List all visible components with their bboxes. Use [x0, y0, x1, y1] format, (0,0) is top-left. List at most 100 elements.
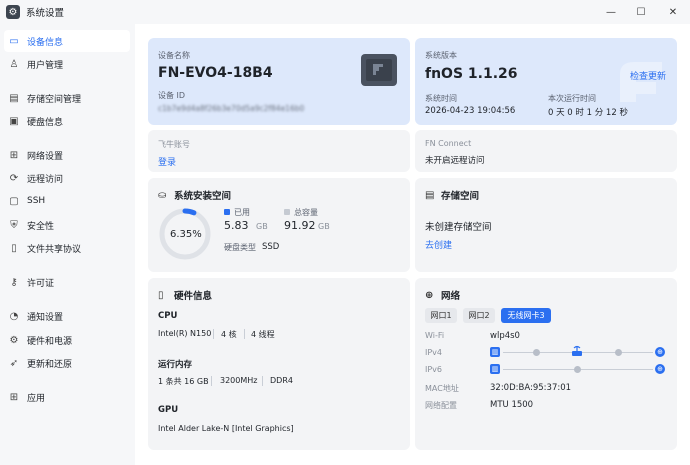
system-time-label: 系统时间: [425, 94, 457, 103]
tab-port-1[interactable]: 网口1: [425, 308, 457, 323]
sidebar-item-ssh[interactable]: ▢ SSH: [4, 190, 130, 212]
monitor-icon: ▭: [9, 35, 19, 47]
hardware-title: ▯ 硬件信息: [158, 288, 212, 303]
divider: [244, 329, 245, 339]
create-storage-link[interactable]: 去创建: [425, 238, 452, 251]
wifi-label: Wi-Fi: [425, 331, 445, 340]
hardware-icon: ▯: [158, 289, 164, 301]
check-update-link[interactable]: 检查更新: [630, 69, 666, 82]
tab-port-2[interactable]: 网口2: [463, 308, 495, 323]
divider: [211, 376, 212, 386]
storage-icon: ▤: [9, 92, 19, 104]
sidebar-item-label: 硬盘信息: [27, 117, 64, 128]
used-label: 已用: [234, 208, 250, 217]
sidebar-item-notifications[interactable]: ◔ 通知设置: [4, 305, 130, 327]
cpu-label: CPU: [158, 311, 178, 321]
memory-slots: 1 条共 16 GB: [158, 377, 209, 386]
network-icon: ⊞: [9, 149, 19, 161]
sidebar-item-file-sharing[interactable]: ▯ 文件共享协议: [4, 237, 130, 259]
system-disk-card: ⛀ 系统安装空间 6.35% 已用 5.83 GB 总容量 91.92 GB 硬…: [148, 178, 410, 272]
sidebar-item-label: 通知设置: [27, 312, 64, 323]
system-time: 2026-04-23 19:04:56: [425, 106, 516, 116]
sidebar-item-label: 远程访问: [27, 174, 64, 185]
ssh-icon: ▢: [9, 195, 19, 207]
sidebar-item-users[interactable]: ♙ 用户管理: [4, 53, 130, 75]
sidebar-item-label: 许可证: [27, 278, 55, 289]
cpu-cores: 4 核: [221, 330, 237, 339]
sidebar-item-remote[interactable]: ⟳ 远程访问: [4, 167, 130, 189]
file-share-icon: ▯: [11, 242, 17, 254]
disk-type: SSD: [262, 242, 280, 252]
fnos-watermark-icon: [620, 62, 662, 102]
fnconnect-card: FN Connect 未开启远程访问: [415, 130, 677, 172]
sidebar-item-label: 安全性: [27, 221, 55, 232]
used-unit: GB: [256, 222, 268, 231]
system-version: fnOS 1.1.26: [425, 66, 518, 82]
device-id-label: 设备 ID: [158, 91, 186, 100]
total-value: 91.92: [284, 219, 316, 232]
memory-label: 运行内存: [158, 360, 193, 370]
cpu-threads: 4 线程: [251, 330, 275, 339]
account-label: 飞牛账号: [158, 140, 190, 149]
mac-value: 32:0D:BA:95:37:01: [490, 383, 572, 393]
sidebar-item-label: 网络设置: [27, 151, 64, 162]
nas-icon: ▥: [490, 347, 500, 357]
system-disk-title-text: 系统安装空间: [174, 191, 232, 202]
sidebar-item-device-info[interactable]: ▭ 设备信息: [4, 30, 130, 52]
sidebar-item-apps[interactable]: ⊞ 应用: [4, 386, 130, 408]
apps-icon: ⊞: [9, 391, 19, 403]
nas-icon: ▥: [490, 364, 500, 374]
sidebar-item-label: 应用: [27, 393, 46, 404]
gpu-model: Intel Alder Lake-N [Intel Graphics]: [158, 424, 294, 433]
hardware-icon: ⚙: [9, 334, 19, 346]
disk-icon: ⛀: [158, 189, 167, 201]
nas-device-icon: [361, 54, 397, 86]
hardware-card: ▯ 硬件信息 CPU Intel(R) N150 4 核 4 线程 运行内存 1…: [148, 278, 410, 450]
rocket-icon: ➶: [9, 357, 19, 369]
sidebar-item-storage[interactable]: ▤ 存储空间管理: [4, 87, 130, 109]
sidebar-item-hardware-power[interactable]: ⚙ 硬件和电源: [4, 329, 130, 351]
sidebar-item-label: 文件共享协议: [27, 244, 82, 255]
sidebar-item-disks[interactable]: ▣ 硬盘信息: [4, 110, 130, 132]
sidebar-item-update-restore[interactable]: ➶ 更新和还原: [4, 352, 130, 374]
minimize-button[interactable]: —: [596, 0, 626, 24]
usage-percent: 6.35%: [170, 229, 202, 240]
device-name-label: 设备名称: [158, 51, 190, 60]
sidebar-item-label: 用户管理: [27, 60, 64, 71]
maximize-button[interactable]: ☐: [626, 0, 656, 24]
cpu-model: Intel(R) N150: [158, 329, 212, 338]
close-button[interactable]: ✕: [658, 0, 688, 24]
ipv6-label: IPv6: [425, 365, 443, 374]
fnconnect-status: 未开启远程访问: [425, 156, 485, 166]
sidebar-item-security[interactable]: ⛨ 安全性: [4, 214, 130, 236]
fnconnect-label: FN Connect: [425, 139, 472, 148]
sidebar-item-network[interactable]: ⊞ 网络设置: [4, 144, 130, 166]
link-dot: [533, 349, 540, 356]
total-label: 总容量: [294, 208, 318, 217]
used-value: 5.83: [224, 219, 249, 232]
sidebar-item-label: 硬件和电源: [27, 336, 73, 347]
sidebar-item-license[interactable]: ⚷ 许可证: [4, 271, 130, 293]
divider: [262, 376, 263, 386]
main-content: 设备名称 FN-EVO4-18B4 设备 ID c1b7e9d4a8f26b3e…: [135, 24, 690, 465]
link-dot: [615, 349, 622, 356]
sidebar-item-label: SSH: [27, 196, 46, 206]
uptime-value: 0 天 0 时 1 分 12 秒: [548, 108, 628, 118]
remote-icon: ⟳: [9, 172, 19, 184]
device-name: FN-EVO4-18B4: [158, 65, 273, 81]
sidebar-item-label: 更新和还原: [27, 359, 73, 370]
tab-wireless-3[interactable]: 无线网卡3: [501, 308, 551, 323]
gpu-label: GPU: [158, 405, 179, 415]
system-version-label: 系统版本: [425, 51, 457, 60]
title-bar: ⚙ 系统设置 — ☐ ✕: [0, 0, 690, 24]
device-id-value: c1b7e9d4a8f26b3e70d5a9c2f84e16b0: [158, 104, 305, 113]
disk-icon: ▣: [9, 115, 19, 127]
sidebar-item-label: 存储空间管理: [27, 94, 82, 105]
net-config-value: MTU 1500: [490, 400, 534, 410]
bell-icon: ◔: [9, 310, 19, 322]
mac-label: MAC地址: [425, 384, 459, 393]
settings-app-icon: ⚙: [6, 5, 20, 19]
globe-icon: ⊕: [425, 289, 434, 301]
disk-type-label: 硬盘类型: [224, 243, 256, 252]
login-link[interactable]: 登录: [158, 155, 176, 168]
